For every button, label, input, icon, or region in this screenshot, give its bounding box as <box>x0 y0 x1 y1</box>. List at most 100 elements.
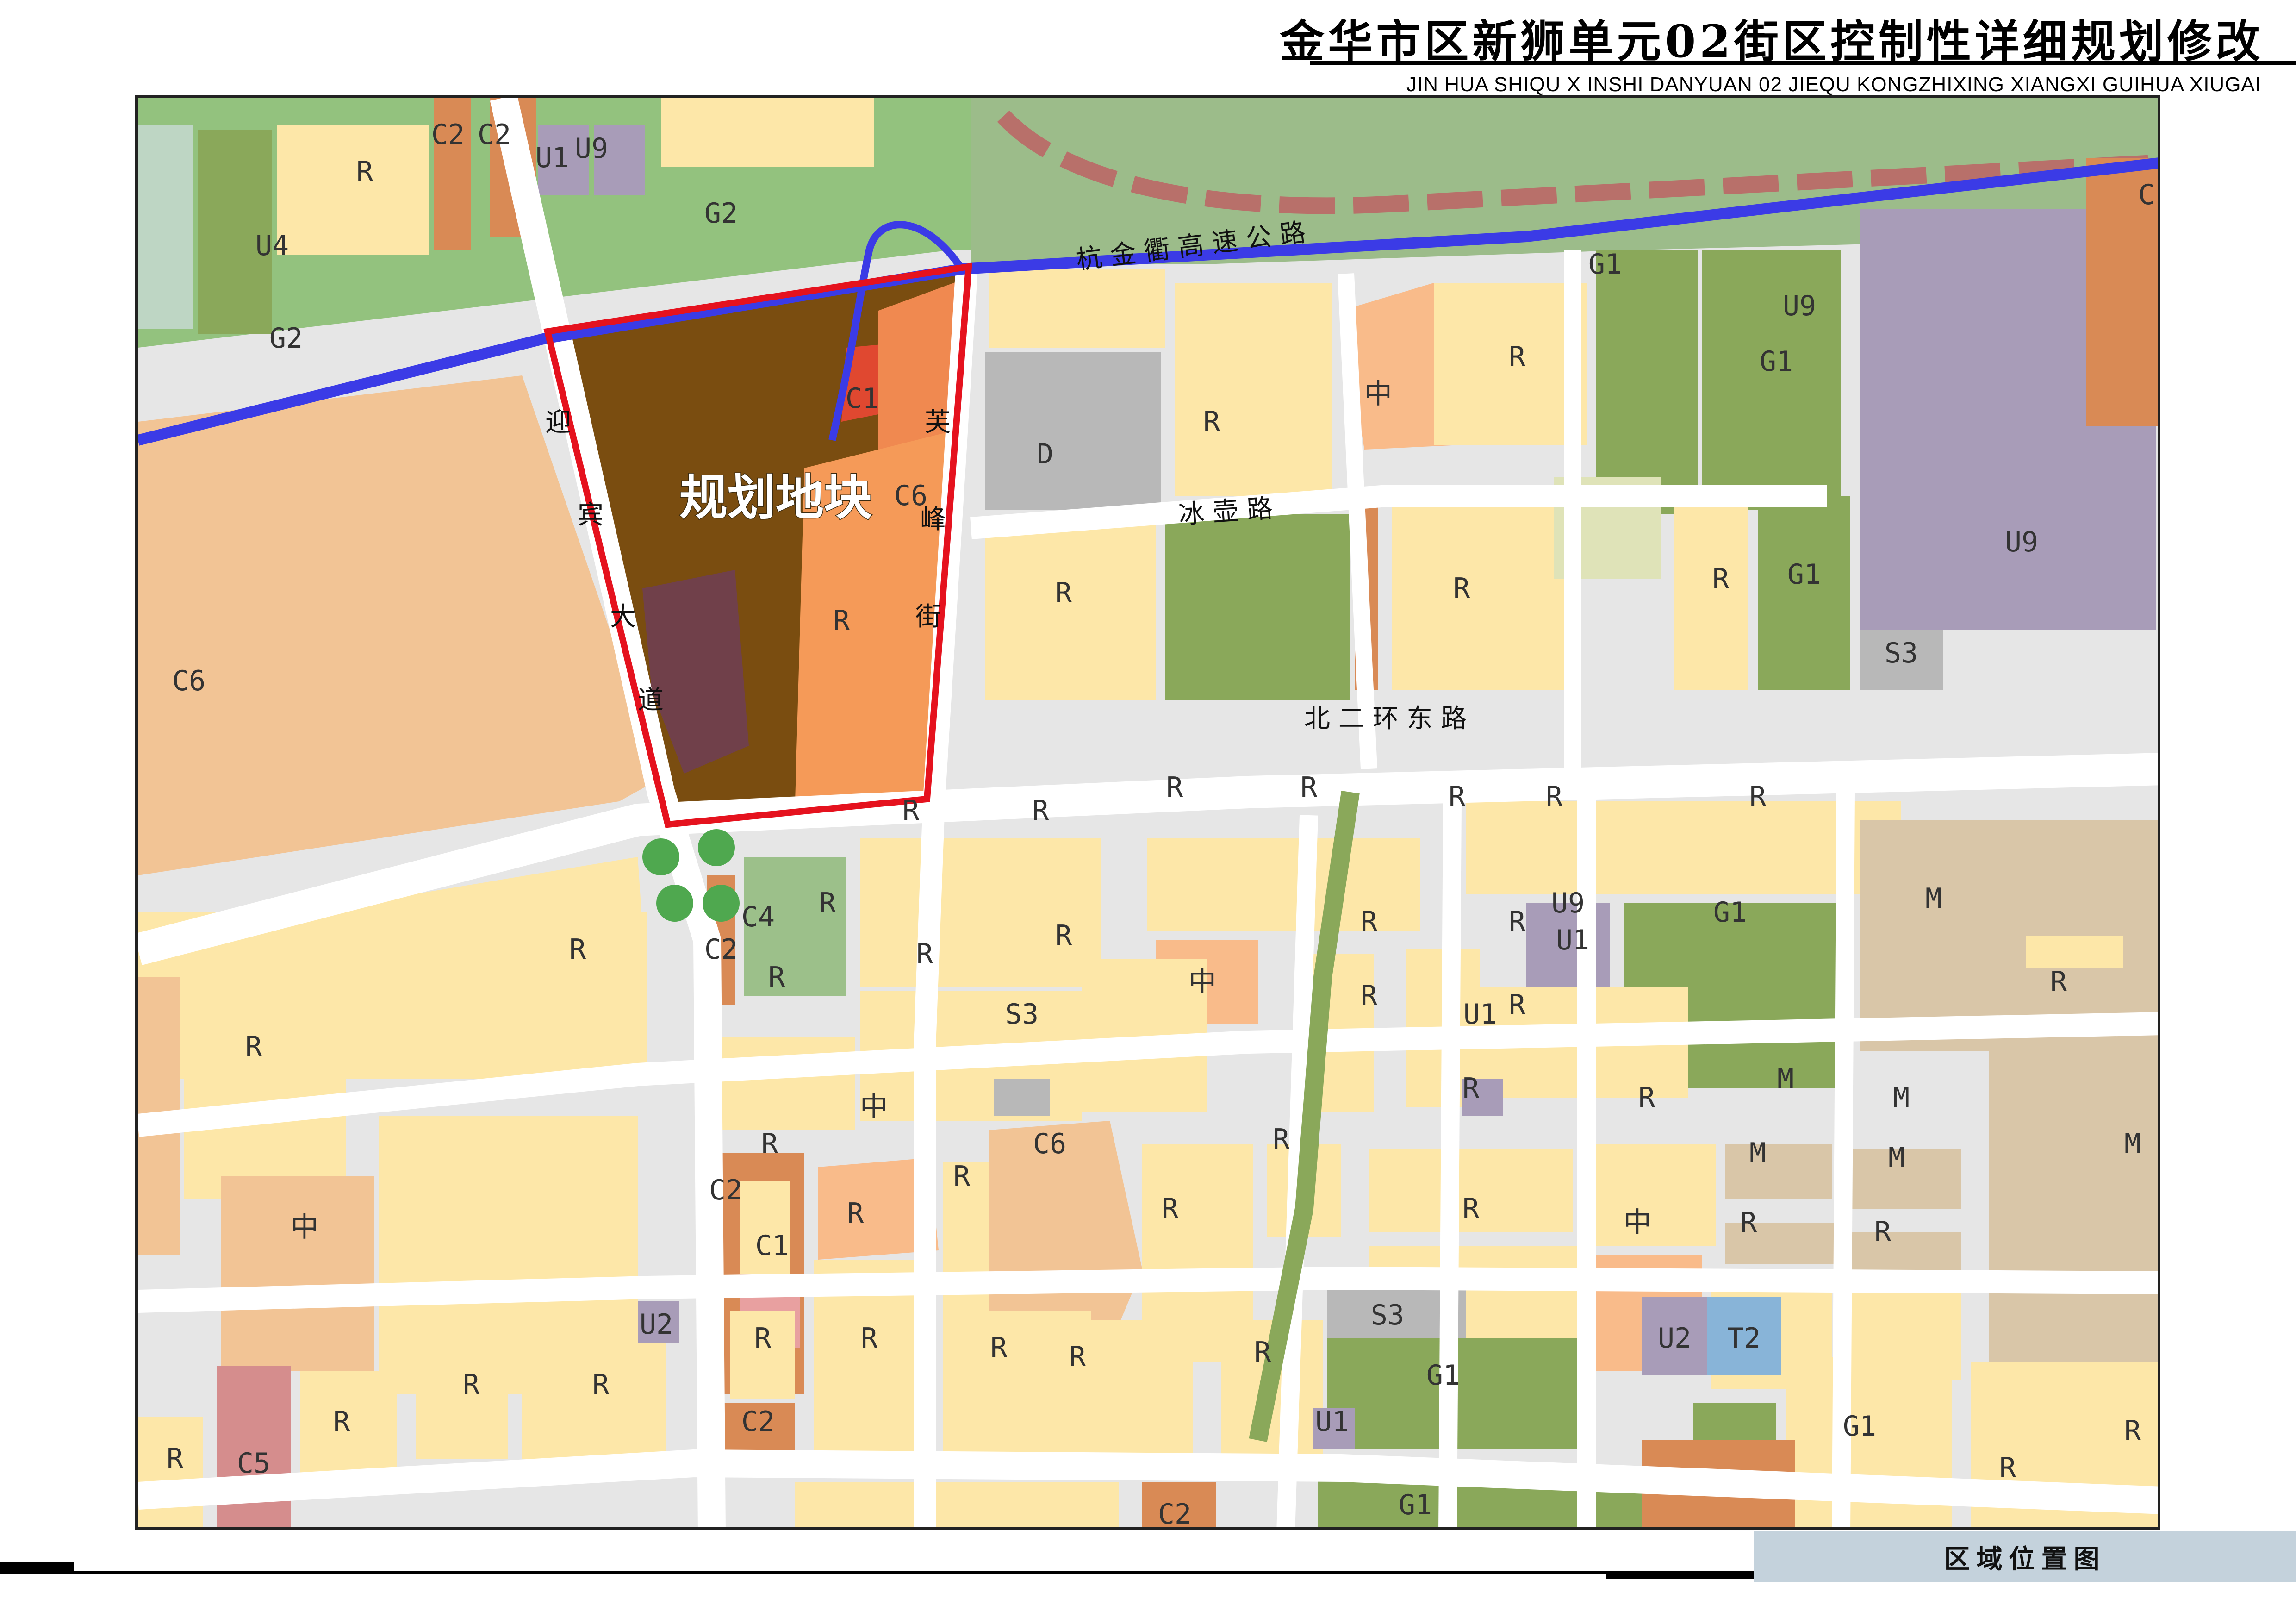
parcel-label: U1 <box>1315 1405 1349 1438</box>
map-subtitle: JIN HUA SHIQU X INSHI DANYUAN 02 JIEQU K… <box>1406 73 2261 96</box>
parcel-label: R <box>847 1197 864 1230</box>
parcel-label: M <box>1749 1137 1766 1169</box>
road-label-beierhuan: 北 二 环 东 路 <box>1304 704 1467 734</box>
parcel-label: C2 <box>478 119 511 151</box>
parcel-label: R <box>1361 980 1378 1012</box>
parcel-label: G1 <box>1426 1359 1460 1392</box>
parcel-label: R <box>1055 919 1072 952</box>
parcel-label: R <box>463 1368 480 1401</box>
parcel-label: R <box>1874 1216 1892 1248</box>
parcel-r-n2 <box>1175 283 1332 496</box>
parcel-label: C2 <box>431 119 465 151</box>
parcel-d <box>985 352 1161 510</box>
parcel-label: R <box>953 1160 971 1193</box>
parcel-label: U9 <box>2005 526 2038 558</box>
parcel-label: S3 <box>1885 637 1918 669</box>
parcel-label: R <box>1712 563 1730 595</box>
parcel-label: R <box>1203 406 1220 438</box>
parcel-label: R <box>1509 906 1526 938</box>
parcel-label: R <box>1462 1072 1480 1105</box>
parcel-label: S3 <box>1371 1299 1404 1331</box>
parcel-label: 中 <box>860 1091 888 1123</box>
title-rule <box>1310 61 2296 65</box>
parcel-s3-mid <box>994 1079 1050 1116</box>
parcel-label: R <box>1273 1123 1290 1156</box>
parcel-label: R <box>1300 771 1318 804</box>
parcel-label: R <box>1740 1206 1757 1239</box>
parcel-label: D <box>1037 438 1053 470</box>
parcel-label: R <box>2124 1415 2141 1447</box>
parcel-label-site-c1: C1 <box>846 382 879 415</box>
parcel-label: 中 <box>291 1211 318 1243</box>
parcel-label: U1 <box>1463 998 1497 1031</box>
parcel-label: C4 <box>741 901 775 933</box>
parcel-label: R <box>819 887 836 919</box>
road-label-furong-1: 芙 <box>925 407 951 437</box>
parcel-label: R <box>245 1031 262 1063</box>
parcel-label: R <box>1055 577 1072 609</box>
parcel-label: R <box>1162 1193 1179 1225</box>
parcel-r-m1 <box>985 524 1156 700</box>
parcel-label: G1 <box>1713 896 1747 929</box>
parcel-r-n1 <box>989 269 1165 348</box>
parcel-m-1 <box>1725 1144 1832 1199</box>
parcel-label: U1 <box>535 142 569 174</box>
land-use-map: 规划地块 杭 金 衢 高 速 公 路 冰 壶 路 北 二 环 东 路 迎 宾 大… <box>135 95 2160 1530</box>
parcel-r-low-w1 <box>184 977 346 1199</box>
parcel-label: 中 <box>1364 378 1392 410</box>
parcel-label: G1 <box>1399 1489 1432 1521</box>
site-label: 规划地块 <box>679 469 872 526</box>
parcel-label: R <box>1069 1341 1086 1373</box>
parcel-label: G1 <box>1787 558 1821 591</box>
footer-rule-right <box>1606 1571 1759 1579</box>
parcel-label: R <box>167 1443 184 1475</box>
parcel-r-mid-2 <box>1147 838 1300 931</box>
parcel-r-bot-7 <box>943 1311 1091 1454</box>
road-label-yingbin-2: 宾 <box>578 500 604 530</box>
parcel-label: U1 <box>1556 924 1589 956</box>
parcel-r-mid-1 <box>860 838 1101 987</box>
parcel-label: G1 <box>1843 1410 1876 1443</box>
parcel-r-bot-8 <box>1091 1320 1193 1459</box>
parcel-r-top-2 <box>661 98 874 167</box>
road-label-yingbin-1: 迎 <box>545 407 571 437</box>
parcel-label: C6 <box>1033 1128 1066 1160</box>
parcel-label: U4 <box>255 230 289 262</box>
parcel-label: R <box>1032 794 1049 827</box>
parcel-r-m3 <box>1674 496 1748 690</box>
parcel-label: U9 <box>1551 887 1585 919</box>
parcel-label: R <box>1546 781 1563 813</box>
interchange-green-3 <box>656 885 693 922</box>
parcel-label: 中 <box>1624 1206 1651 1239</box>
parcel-label: G1 <box>1760 345 1793 378</box>
parcel-label-site-c6: C6 <box>894 480 927 512</box>
parcel-label: G1 <box>1588 248 1622 281</box>
parcel-r-bot-3 <box>416 1329 508 1459</box>
parcel-label: R <box>1509 989 1526 1021</box>
parcel-label: U9 <box>1783 290 1816 322</box>
parcel-u4 <box>138 125 193 329</box>
parcel-g-m1 <box>1165 514 1350 700</box>
parcel-label: U9 <box>575 132 608 165</box>
parcel-label: R <box>333 1405 350 1438</box>
parcel-label: R <box>356 156 373 188</box>
parcel-g1-n <box>1596 250 1698 514</box>
parcel-label: M <box>1777 1063 1794 1095</box>
parcel-label: R <box>902 794 920 827</box>
parcel-g1-m <box>1758 496 1850 690</box>
parcel-label: G2 <box>704 197 738 230</box>
parcel-label: R <box>768 961 785 993</box>
parcel-label: G2 <box>269 322 303 355</box>
parcel-label: M <box>2124 1128 2141 1160</box>
parcel-label: C2 <box>704 933 738 966</box>
parcel-label: R <box>1638 1081 1655 1114</box>
parcel-label: R <box>1361 906 1378 938</box>
parcel-zhong-low <box>221 1176 374 1371</box>
parcel-label: R <box>1449 781 1466 813</box>
parcel-label: R <box>1999 1452 2016 1484</box>
parcel-label: C5 <box>237 1447 270 1480</box>
interchange-green-2 <box>698 829 735 866</box>
road-label-furong-3: 街 <box>915 602 941 632</box>
parcel-r-top <box>277 125 429 255</box>
parcel-label: C2 <box>741 1405 775 1438</box>
